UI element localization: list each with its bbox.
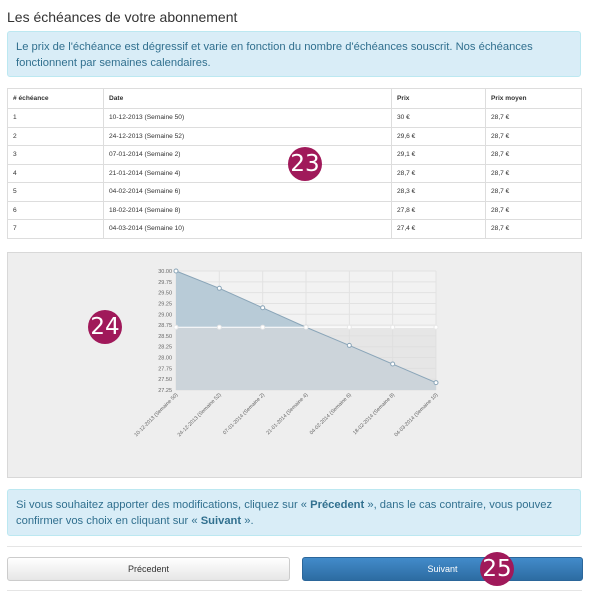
col-header-price: Prix <box>391 88 486 109</box>
cell-price: 27,8 € <box>391 200 486 220</box>
data-point <box>173 324 179 330</box>
cell-price: 29,6 € <box>391 126 486 146</box>
y-tick-label: 27.25 <box>158 388 172 394</box>
cell-number: 4 <box>7 163 104 183</box>
cell-avg-price: 28,7 € <box>485 108 582 128</box>
y-tick-label: 29.00 <box>158 312 172 318</box>
next-button[interactable]: Suivant <box>302 557 583 581</box>
cell-date: 04-03-2014 (Semaine 10) <box>103 219 392 239</box>
y-tick-label: 29.25 <box>158 301 172 307</box>
cell-avg-price: 28,7 € <box>485 163 582 183</box>
cell-price: 29,1 € <box>391 145 486 165</box>
y-tick-label: 28.75 <box>158 323 172 329</box>
data-point <box>216 324 222 330</box>
x-tick-label: 10-12-2013 (Semaine 50) <box>133 392 179 438</box>
col-header-avg-price: Prix moyen <box>485 88 582 109</box>
data-point <box>216 285 222 291</box>
table-row: 5 04-02-2014 (Semaine 6) 28,3 €28,7 € <box>7 182 582 202</box>
cell-number: 2 <box>7 126 104 146</box>
y-tick-label: 29.50 <box>158 291 172 297</box>
data-point <box>433 380 439 386</box>
data-point <box>260 305 266 311</box>
y-tick-label: 28.00 <box>158 356 172 362</box>
data-point <box>303 324 309 330</box>
x-tick-label: 18-02-2014 (Semaine 8) <box>352 392 396 436</box>
confirm-text-post: ». <box>241 515 254 527</box>
x-tick-label: 21-01-2014 (Semaine 4) <box>265 392 309 436</box>
cell-number: 6 <box>7 200 104 220</box>
page-title: Les échéances de votre abonnement <box>7 9 238 25</box>
confirm-prev-word: Précedent <box>310 499 365 511</box>
y-tick-label: 27.75 <box>158 366 172 372</box>
x-tick-label: 24-12-2013 (Semaine 52) <box>177 392 223 438</box>
cell-number: 7 <box>7 219 104 239</box>
data-point <box>390 361 396 367</box>
cell-date: 21-01-2014 (Semaine 4) <box>103 163 392 183</box>
price-chart: 30.00 29.75 29.50 29.25 29.00 28.75 28.50 28.25… <box>7 252 582 478</box>
x-tick-label: 04-03-2014 (Semaine 10) <box>393 392 439 438</box>
confirm-alert: Si vous souhaitez apporter des modificat… <box>7 489 581 536</box>
col-header-number: # échéance <box>7 88 104 109</box>
cell-number: 1 <box>7 108 104 128</box>
annotation-marker-24: 24 <box>88 310 122 344</box>
cell-date: 18-02-2014 (Semaine 8) <box>103 200 392 220</box>
y-tick-label: 28.50 <box>158 334 172 340</box>
cell-price: 27,4 € <box>391 219 486 239</box>
cell-avg-price: 28,7 € <box>485 126 582 146</box>
cell-date: 10-12-2013 (Semaine 50) <box>103 108 392 128</box>
divider-top <box>7 546 582 547</box>
y-tick-label: 29.75 <box>158 280 172 286</box>
cell-price: 28,7 € <box>391 163 486 183</box>
cell-avg-price: 28,7 € <box>485 219 582 239</box>
x-tick-label: 04-02-2014 (Semaine 6) <box>309 392 353 436</box>
cell-date: 24-12-2013 (Semaine 52) <box>103 126 392 146</box>
divider-bottom <box>7 590 582 591</box>
annotation-marker-23: 23 <box>288 147 322 181</box>
table-row: 1 10-12-2013 (Semaine 50) 30 €28,7 € <box>7 108 582 128</box>
data-point <box>433 324 439 330</box>
y-tick-label: 30.00 <box>158 269 172 275</box>
cell-avg-price: 28,7 € <box>485 145 582 165</box>
cell-number: 3 <box>7 145 104 165</box>
price-chart-svg: 30.00 29.75 29.50 29.25 29.00 28.75 28.50 28.25… <box>133 268 440 438</box>
cell-avg-price: 28,7 € <box>485 182 582 202</box>
data-point <box>260 324 266 330</box>
cell-number: 5 <box>7 182 104 202</box>
data-point <box>173 268 179 274</box>
annotation-marker-25: 25 <box>480 552 514 586</box>
cell-date: 07-01-2014 (Semaine 2) <box>103 145 392 165</box>
table-header-row: # échéance Date Prix Prix moyen <box>7 88 582 109</box>
data-point <box>390 324 396 330</box>
cell-date: 04-02-2014 (Semaine 6) <box>103 182 392 202</box>
x-tick-label: 07-01-2014 (Semaine 2) <box>222 392 266 436</box>
confirm-text-pre: Si vous souhaitez apporter des modificat… <box>16 499 311 511</box>
series-area <box>176 327 436 390</box>
info-alert: Le prix de l'échéance est dégressif et v… <box>7 31 581 77</box>
data-point <box>346 342 352 348</box>
cell-price: 28,3 € <box>391 182 486 202</box>
y-tick-label: 28.25 <box>158 345 172 351</box>
previous-button[interactable]: Précedent <box>7 557 290 581</box>
data-point <box>346 324 352 330</box>
table-row: 7 04-03-2014 (Semaine 10) 27,4 €28,7 € <box>7 219 582 239</box>
table-row: 2 24-12-2013 (Semaine 52) 29,6 €28,7 € <box>7 126 582 146</box>
y-tick-label: 27.50 <box>158 377 172 383</box>
cell-avg-price: 28,7 € <box>485 200 582 220</box>
confirm-next-word: Suivant <box>200 515 242 527</box>
table-row: 6 18-02-2014 (Semaine 8) 27,8 €28,7 € <box>7 200 582 220</box>
col-header-date: Date <box>103 88 392 109</box>
cell-price: 30 € <box>391 108 486 128</box>
